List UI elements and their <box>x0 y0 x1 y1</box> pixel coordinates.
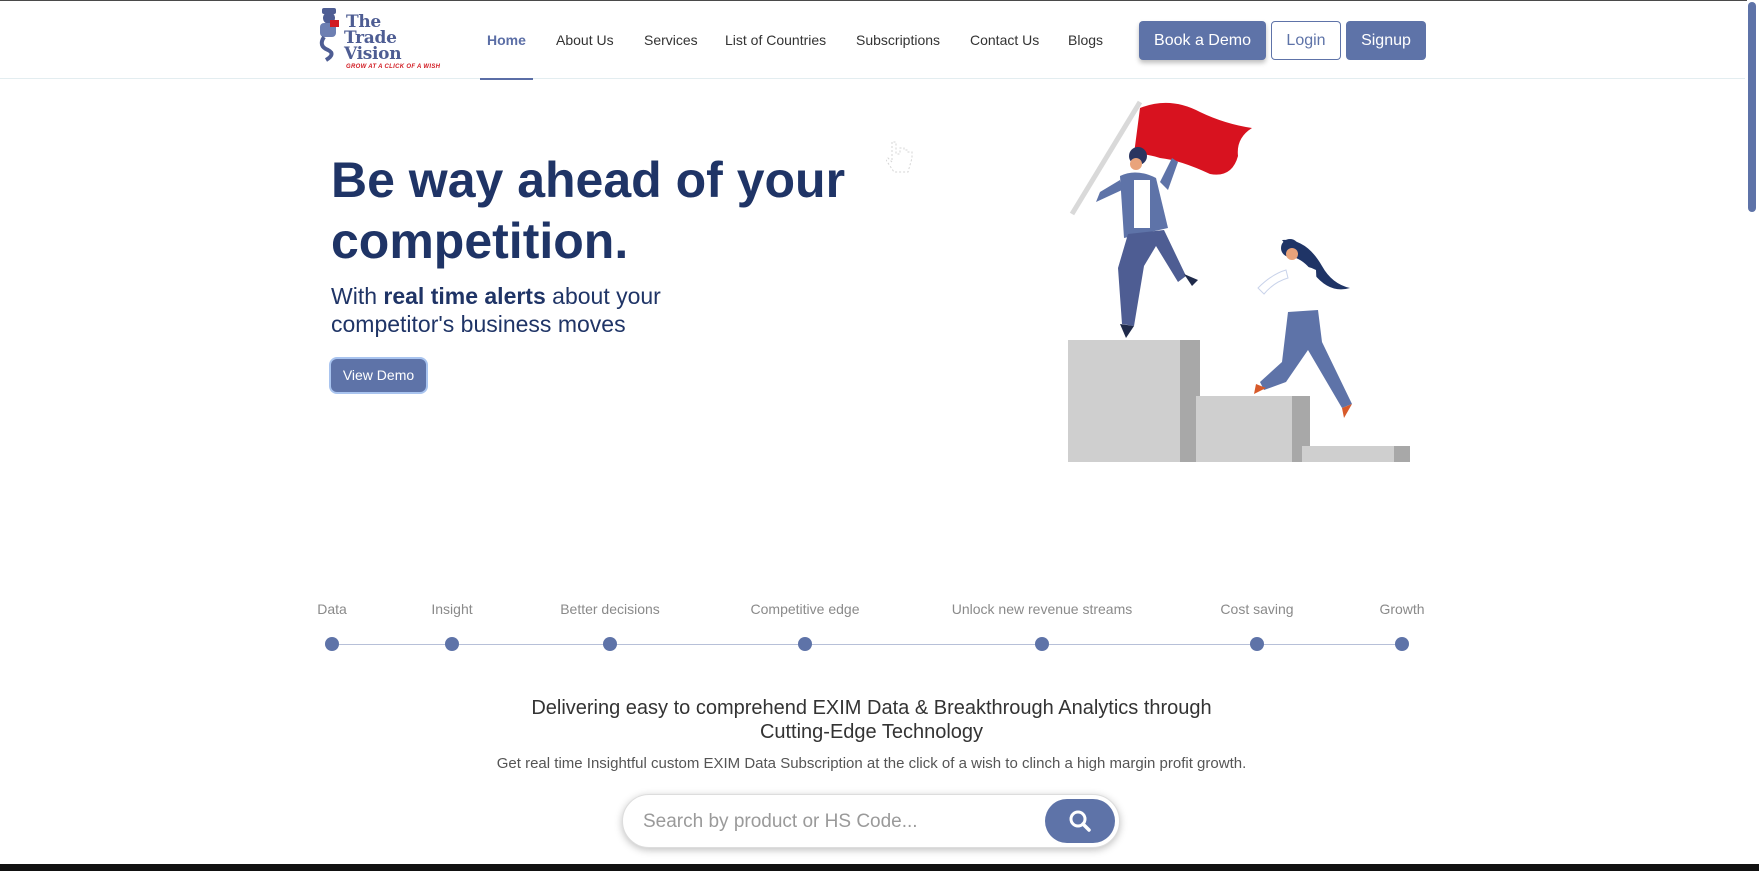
hero-subtitle: With real time alerts about your competi… <box>331 282 751 338</box>
nav-subscriptions[interactable]: Subscriptions <box>856 32 940 48</box>
brand-tagline: GROW AT A CLICK OF A WISH <box>346 64 441 70</box>
timeline-label-competitive-edge: Competitive edge <box>750 601 860 617</box>
timeline-label-cost-saving: Cost saving <box>1220 601 1294 617</box>
brand-logo[interactable]: The Trade Vision GROW AT A CLICK OF A WI… <box>316 6 440 74</box>
timeline-dot <box>325 637 339 651</box>
page-scrollbar-thumb[interactable] <box>1748 2 1756 212</box>
hero-title-line1: Be way ahead of your <box>331 152 846 208</box>
hero-sub-prefix: With <box>331 283 384 309</box>
timeline-label-growth: Growth <box>1379 601 1425 617</box>
timeline-label-new-revenue: Unlock new revenue streams <box>951 601 1133 617</box>
search-bar <box>622 794 1120 848</box>
login-button[interactable]: Login <box>1271 21 1341 60</box>
timeline-dot <box>603 637 617 651</box>
hand-cursor-icon <box>886 141 913 173</box>
nav-list-of-countries[interactable]: List of Countries <box>725 32 826 48</box>
timeline-label-data: Data <box>317 601 347 617</box>
site-header: The Trade Vision GROW AT A CLICK OF A WI… <box>0 1 1745 80</box>
nav-blogs[interactable]: Blogs <box>1068 32 1103 48</box>
nav-services[interactable]: Services <box>644 32 698 48</box>
hero-sub-highlight: real time alerts <box>383 283 546 309</box>
timeline-dot <box>445 637 459 651</box>
nav-about-us[interactable]: About Us <box>556 32 614 48</box>
intro-subtext: Get real time Insightful custom EXIM Dat… <box>496 755 1247 772</box>
timeline-label-better-decisions: Better decisions <box>560 601 660 617</box>
timeline-line <box>331 644 1402 645</box>
intro-heading-line2: Cutting-Edge Technology <box>759 721 984 743</box>
signup-button[interactable]: Signup <box>1346 21 1426 60</box>
search-button[interactable] <box>1045 799 1115 843</box>
timeline-label-insight: Insight <box>431 601 473 617</box>
genie-mascot-icon <box>319 8 339 62</box>
search-input[interactable] <box>641 805 1025 839</box>
hero-illustration <box>1068 100 1410 462</box>
hero-title-line2: competition. <box>331 213 629 269</box>
brand-name-line3: Vision <box>344 44 402 64</box>
red-flag <box>1134 102 1252 175</box>
timeline-dot <box>1035 637 1049 651</box>
intro-heading: Delivering easy to comprehend EXIM Data … <box>0 696 1743 744</box>
timeline-dot <box>798 637 812 651</box>
search-icon <box>1069 810 1091 832</box>
view-demo-button[interactable]: View Demo <box>331 359 426 392</box>
hero-title: Be way ahead of your competition. <box>331 150 891 272</box>
active-nav-indicator <box>480 78 533 80</box>
timeline-dot <box>1395 637 1409 651</box>
window-bottom-edge <box>0 864 1759 871</box>
nav-home[interactable]: Home <box>487 32 526 48</box>
intro-heading-line1: Delivering easy to comprehend EXIM Data … <box>531 697 1212 719</box>
timeline-dot <box>1250 637 1264 651</box>
nav-contact-us[interactable]: Contact Us <box>970 32 1039 48</box>
book-demo-button[interactable]: Book a Demo <box>1139 21 1266 60</box>
